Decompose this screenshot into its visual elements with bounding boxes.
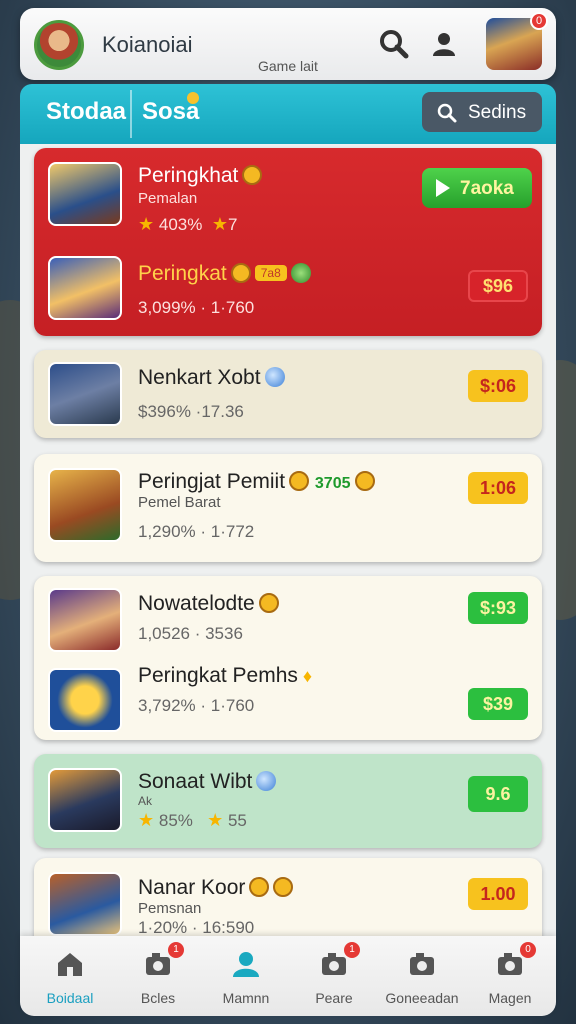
item-stats: ★ 403% ★7 xyxy=(138,214,238,234)
tab-divider xyxy=(130,90,132,138)
notification-badge: 0 xyxy=(530,12,548,30)
game-thumbnail xyxy=(48,256,122,320)
item-subtitle: Pemalan xyxy=(138,190,198,207)
star-icon: ★ xyxy=(138,214,155,234)
nav-item-mamnn[interactable]: Mamnn xyxy=(202,942,290,1012)
nav-item-bcles[interactable]: 1 Bcles xyxy=(114,942,202,1012)
tab-bar: Stodaa Sosa Sedins xyxy=(20,84,556,144)
search-icon[interactable] xyxy=(378,28,410,60)
search-button-label: Sedins xyxy=(468,102,527,123)
user-icon[interactable] xyxy=(428,28,460,60)
gem-icon xyxy=(264,367,285,387)
app-window: Koianoiai Game lait 0 Stodaa Sosa Sedins xyxy=(20,8,556,1016)
bottom-navigation: Boidaal 1 Bcles Mamnn 1 Peare Goneeadan … xyxy=(20,936,556,1016)
game-thumbnail xyxy=(48,872,122,936)
price-badge[interactable]: 1.00 xyxy=(468,878,528,910)
star-icon: ♦ xyxy=(297,666,313,686)
coin-icon xyxy=(273,877,294,897)
price-badge[interactable]: $:06 xyxy=(468,370,528,402)
gem-icon xyxy=(256,771,277,791)
item-subtitle: Ak xyxy=(138,794,153,808)
tab-stodaa[interactable]: Stodaa xyxy=(46,98,126,126)
profile-picture[interactable]: 0 xyxy=(486,12,548,70)
price-badge[interactable]: $:93 xyxy=(468,592,528,624)
item-stats: 1·20% · 16:590 xyxy=(138,918,255,937)
user-icon xyxy=(233,952,259,977)
play-button[interactable]: 7aoka xyxy=(422,168,532,208)
search-icon xyxy=(437,103,457,123)
item-name: Nenkart Xobt xyxy=(138,366,285,390)
game-thumbnail xyxy=(48,362,122,426)
price-badge[interactable]: 9.6 xyxy=(468,776,528,812)
item-name: Peringkhat xyxy=(138,164,263,188)
item-stats: 1,0526 · 3536 xyxy=(138,624,243,643)
star-icon: ★ xyxy=(207,810,224,830)
nav-label: Mamnn xyxy=(222,990,270,1006)
game-thumbnail xyxy=(48,468,122,542)
nav-item-goneeadan[interactable]: Goneeadan xyxy=(378,942,466,1012)
tab-indicator-dot xyxy=(187,92,199,104)
home-icon xyxy=(58,953,82,976)
coin-icon xyxy=(230,263,251,283)
nav-label: Goneeadan xyxy=(385,990,459,1006)
list-item[interactable]: Nenkart Xobt $396% ·17.36 $:06 xyxy=(34,350,542,438)
gem-icon xyxy=(290,263,311,283)
item-stats: $396% ·17.36 xyxy=(138,402,244,421)
nav-item-peare[interactable]: 1 Peare xyxy=(290,942,378,1012)
nav-badge: 0 xyxy=(520,942,536,958)
game-thumbnail xyxy=(48,162,122,226)
price-badge[interactable]: $39 xyxy=(468,688,528,720)
coin-icon xyxy=(249,877,270,897)
item-name: Peringkat Pemhs ♦ xyxy=(138,664,313,687)
item-name: Peringjat Pemiit 3705 xyxy=(138,470,375,494)
list-item-group[interactable]: Nowatelodte 1,0526 · 3536 $:93 Peringkat… xyxy=(34,576,542,740)
top-header: Koianoiai Game lait 0 xyxy=(20,8,556,80)
avatar[interactable] xyxy=(34,20,84,70)
item-name: Nowatelodte xyxy=(138,592,279,616)
game-thumbnail xyxy=(48,768,122,832)
price-badge[interactable]: $96 xyxy=(468,270,528,302)
star-icon: ★ xyxy=(138,810,155,830)
item-subtitle: Pemel Barat xyxy=(138,494,221,511)
coin-icon xyxy=(354,471,375,491)
nav-label: Boidaal xyxy=(46,990,94,1006)
camera-icon xyxy=(410,953,434,975)
nav-item-home[interactable]: Boidaal xyxy=(26,942,114,1012)
item-name: Sonaat Wibt xyxy=(138,770,277,794)
item-stats: 3,099% · 1·760 xyxy=(138,298,255,317)
list-item[interactable]: Peringjat Pemiit 3705 Pemel Barat 1,290%… xyxy=(34,454,542,562)
item-name: Peringkat 7a8 xyxy=(138,262,311,286)
ranking-list: Peringkhat Pemalan ★ 403% ★7 7aoka Perin… xyxy=(20,144,556,958)
coin-icon xyxy=(258,593,279,613)
nav-label: Peare xyxy=(315,990,353,1006)
star-icon: ★ xyxy=(211,214,228,234)
game-thumbnail xyxy=(48,668,122,732)
item-subtitle: Pemsnan xyxy=(138,900,202,917)
price-badge[interactable]: 1:06 xyxy=(468,472,528,504)
game-thumbnail xyxy=(48,588,122,652)
item-stats: ★ 85% ★ 55 xyxy=(138,810,247,830)
item-tag: 7a8 xyxy=(254,265,287,281)
list-item[interactable]: Sonaat Wibt Ak ★ 85% ★ 55 9.6 xyxy=(34,754,542,848)
nav-badge: 1 xyxy=(168,942,184,958)
nav-label: Bcles xyxy=(140,990,176,1006)
coin-icon xyxy=(289,471,310,491)
item-name: Nanar Koor xyxy=(138,876,294,900)
featured-card[interactable]: Peringkhat Pemalan ★ 403% ★7 7aoka Perin… xyxy=(34,148,542,336)
nav-badge: 1 xyxy=(344,942,360,958)
play-icon xyxy=(436,179,450,197)
item-stats: 1,290% · 1·772 xyxy=(138,522,255,541)
nav-item-magen[interactable]: 0 Magen xyxy=(466,942,554,1012)
item-stats: 3,792% · 1·760 xyxy=(138,696,255,715)
nav-label: Magen xyxy=(488,990,532,1006)
app-title: Koianoiai xyxy=(102,32,193,57)
app-subtitle: Game lait xyxy=(258,58,318,74)
search-button[interactable]: Sedins xyxy=(422,92,542,132)
coin-icon xyxy=(242,165,263,185)
